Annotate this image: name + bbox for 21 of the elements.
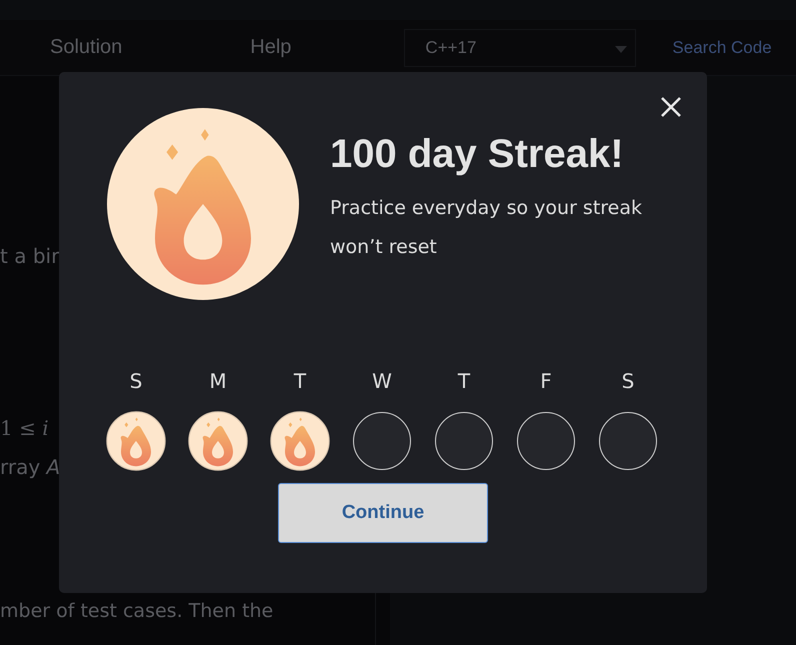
language-select[interactable]: C++17: [404, 28, 636, 66]
dialog-message: Practice everyday so your streak won’t reset: [330, 196, 643, 260]
nav-link[interactable]: Help: [250, 36, 292, 59]
caret-icon: [615, 46, 628, 52]
nav-link[interactable]: Solution: [50, 36, 122, 59]
day-label: M: [209, 369, 227, 393]
flame-icon: [107, 108, 299, 300]
day-label: W: [372, 369, 392, 393]
day-label: T: [458, 369, 470, 393]
problem-text: rray A: [0, 455, 60, 479]
day-label: S: [622, 369, 634, 393]
search-code-link[interactable]: Search Code: [672, 38, 772, 58]
dialog-title: 100 day Streak!: [330, 132, 625, 177]
close-icon[interactable]: [660, 96, 682, 118]
day-label: S: [130, 369, 142, 393]
day-label: T: [294, 369, 306, 393]
continue-button[interactable]: Continue: [278, 483, 488, 543]
problem-text: 1 ≤ i: [0, 416, 49, 440]
problem-text: mber of test cases. Then the: [0, 600, 274, 622]
problem-text: t a bir: [0, 244, 60, 268]
day-label: F: [540, 369, 552, 393]
